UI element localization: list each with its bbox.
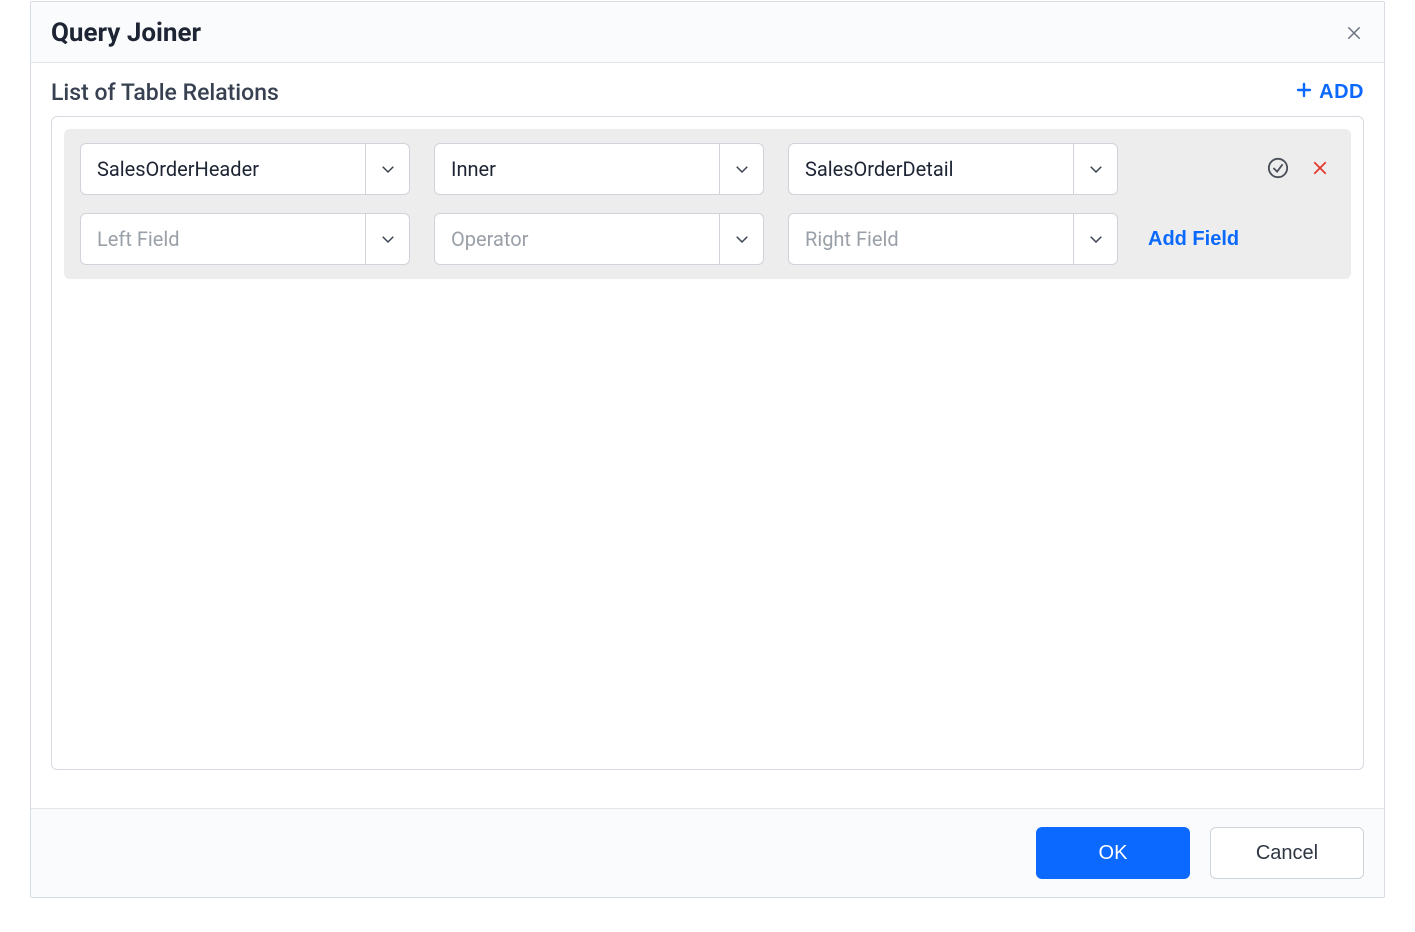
left-field-placeholder: Left Field (81, 214, 365, 264)
left-field-dropdown[interactable]: Left Field (80, 213, 410, 265)
right-table-dropdown[interactable]: SalesOrderDetail (788, 143, 1118, 195)
right-table-value: SalesOrderDetail (789, 144, 1073, 194)
check-circle-icon (1267, 157, 1289, 182)
cancel-button[interactable]: Cancel (1210, 827, 1364, 879)
section-header: List of Table Relations ADD (51, 79, 1364, 106)
join-type-value: Inner (435, 144, 719, 194)
add-relation-label: ADD (1319, 81, 1364, 104)
relations-container: SalesOrderHeader Inner SalesOrderDetail (51, 116, 1364, 770)
chevron-down-icon[interactable] (719, 144, 763, 194)
remove-icon (1311, 159, 1329, 180)
operator-placeholder: Operator (435, 214, 719, 264)
dialog-header: Query Joiner (31, 2, 1384, 63)
left-table-dropdown[interactable]: SalesOrderHeader (80, 143, 410, 195)
close-icon[interactable] (1344, 23, 1364, 43)
delete-relation-button[interactable] (1311, 159, 1329, 180)
chevron-down-icon[interactable] (1073, 214, 1117, 264)
query-joiner-dialog: Query Joiner List of Table Relations ADD… (30, 1, 1385, 898)
left-table-value: SalesOrderHeader (81, 144, 365, 194)
dialog-body: List of Table Relations ADD SalesOrderHe… (31, 63, 1384, 808)
ok-button[interactable]: OK (1036, 827, 1190, 879)
relation-actions (1267, 157, 1335, 182)
chevron-down-icon[interactable] (719, 214, 763, 264)
dialog-footer: OK Cancel (31, 808, 1384, 897)
dialog-title: Query Joiner (51, 18, 201, 48)
right-field-placeholder: Right Field (789, 214, 1073, 264)
section-title: List of Table Relations (51, 79, 279, 106)
relation-condition-row: Left Field Operator Right Field (80, 213, 1335, 265)
add-relation-button[interactable]: ADD (1295, 81, 1364, 105)
confirm-relation-button[interactable] (1267, 157, 1289, 182)
chevron-down-icon[interactable] (365, 144, 409, 194)
right-field-dropdown[interactable]: Right Field (788, 213, 1118, 265)
plus-icon (1295, 81, 1313, 105)
add-field-button[interactable]: Add Field (1142, 228, 1245, 251)
chevron-down-icon[interactable] (1073, 144, 1117, 194)
relation-top-row: SalesOrderHeader Inner SalesOrderDetail (80, 143, 1335, 195)
operator-dropdown[interactable]: Operator (434, 213, 764, 265)
relation-card: SalesOrderHeader Inner SalesOrderDetail (64, 129, 1351, 279)
chevron-down-icon[interactable] (365, 214, 409, 264)
join-type-dropdown[interactable]: Inner (434, 143, 764, 195)
